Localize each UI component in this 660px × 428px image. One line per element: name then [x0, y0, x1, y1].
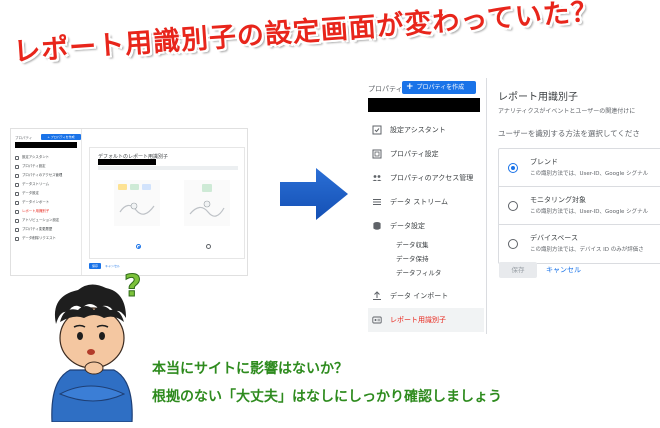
option-description: この識別方法では、デバイス ID のみが評価さ — [530, 247, 644, 253]
old-nav-data-settings[interactable]: データ設定 — [15, 189, 81, 198]
old-nav-reporting-identity[interactable]: レポート用識別子 — [15, 207, 81, 216]
option-name: デバイスベース — [530, 234, 578, 242]
page-title: レポート用識別子 — [498, 92, 578, 103]
old-create-property-button[interactable]: + プロパティを作成 — [41, 134, 81, 140]
option-device-based[interactable]: デバイスベース この識別方法では、デバイス ID のみが評価さ — [499, 225, 660, 263]
page-description: アナリティクスがイベントとユーザーの関連付けに — [498, 108, 636, 115]
old-settings-screenshot: プロパティ + プロパティを作成 設定アシスタント プロパティ設定 プロパティの… — [10, 128, 248, 276]
option-blended[interactable]: ブレンド この識別方法では、User-ID、Google シグナル — [499, 149, 660, 187]
sidebar-item-data-import[interactable]: データ インポート — [372, 284, 484, 308]
confused-person-illustration: ? — [51, 269, 142, 422]
old-panel-description — [98, 166, 238, 170]
svg-text:?: ? — [124, 269, 141, 304]
checklist-icon — [372, 125, 382, 135]
sidebar-item-data-settings[interactable]: データ設定 — [372, 214, 484, 238]
old-nav-data-import[interactable]: データインポート — [15, 198, 81, 207]
old-radio-blended[interactable] — [136, 244, 141, 249]
nav-icon — [15, 209, 19, 214]
nav-icon — [15, 191, 19, 196]
radio-blended[interactable] — [508, 163, 518, 173]
old-nav-change-history[interactable]: プロパティ変更履歴 — [15, 225, 81, 234]
identity-options: ブレンド この識別方法では、User-ID、Google シグナル モニタリング… — [498, 148, 660, 264]
new-settings-screenshot: プロパティ + プロパティを作成 設定アシスタント プロパティ設定 プロパティのア… — [362, 78, 660, 334]
nav-icon — [15, 236, 19, 241]
radio-device-based[interactable] — [508, 239, 518, 249]
old-redacted-bar — [15, 142, 77, 148]
nav-icon — [15, 164, 19, 169]
property-label: プロパティ — [368, 85, 403, 93]
old-panel: デフォルトのレポート用識別子 — [89, 147, 245, 259]
bottom-advice-text: 根拠のない「大丈夫」はなしにしっかり確認しましょう — [152, 389, 502, 405]
old-divider — [81, 129, 82, 275]
nav-icon — [15, 218, 19, 223]
nav-icon — [15, 227, 19, 232]
headline: レポート用識別子の設定画面が変わっていた？ — [12, 0, 600, 68]
old-nav-property-settings[interactable]: プロパティ設定 — [15, 162, 81, 171]
database-icon — [372, 221, 382, 231]
sidebar-item-property-settings[interactable]: プロパティ設定 — [372, 142, 484, 166]
nav-icon — [15, 200, 19, 205]
upload-icon — [372, 291, 382, 301]
sidebar-item-data-streams[interactable]: データ ストリーム — [372, 190, 484, 214]
sidebar-subitem-data-retention[interactable]: データ保持 — [372, 252, 484, 266]
sidebar-subitem-data-collection[interactable]: データ収集 — [372, 238, 484, 252]
old-nav-deletion-requests[interactable]: データ削除リクエスト — [15, 234, 81, 243]
device-illustration-icon — [184, 180, 230, 226]
option-description: この識別方法では、User-ID、Google シグナル — [530, 171, 649, 177]
radio-observed[interactable] — [508, 201, 518, 211]
blended-illustration-icon — [114, 180, 160, 226]
nav-icon — [15, 173, 19, 178]
sidebar-item-reporting-identity[interactable]: レポート用識別子 — [368, 308, 484, 332]
save-button[interactable]: 保存 — [499, 262, 537, 278]
option-description: この識別方法では、User-ID、Google シグナル — [530, 209, 649, 215]
identity-icon — [372, 315, 382, 325]
create-property-button[interactable]: + プロパティを作成 — [402, 81, 476, 94]
old-nav-data-streams[interactable]: データストリーム — [15, 180, 81, 189]
sidebar-item-access-management[interactable]: プロパティのアクセス管理 — [372, 166, 484, 190]
sidebar-item-setup-assistant[interactable]: 設定アシスタント — [372, 118, 484, 142]
old-sidebar: 設定アシスタント プロパティ設定 プロパティのアクセス管理 データストリーム デ… — [15, 153, 81, 243]
nav-icon — [15, 155, 19, 160]
old-radio-device[interactable] — [206, 244, 211, 249]
old-nav-attribution[interactable]: アトリビューション設定 — [15, 216, 81, 225]
cancel-button[interactable]: キャンセル — [546, 262, 581, 278]
plus-icon: + — [406, 82, 414, 92]
old-nav-setup-assistant[interactable]: 設定アシスタント — [15, 153, 81, 162]
bottom-question-text: 本当にサイトに影響はないか？ — [152, 361, 348, 377]
old-redacted-name — [98, 159, 156, 165]
panel-divider — [486, 78, 487, 334]
sidebar-subitem-data-filters[interactable]: データフィルタ — [372, 266, 484, 280]
people-icon — [372, 173, 382, 183]
old-property-label: プロパティ — [15, 136, 33, 140]
option-name: ブレンド — [530, 158, 558, 166]
redacted-property-name — [368, 98, 480, 112]
sidebar: 設定アシスタント プロパティ設定 プロパティのアクセス管理 データ ストリーム … — [368, 118, 484, 332]
nav-icon — [15, 182, 19, 187]
option-name: モニタリング対象 — [530, 196, 586, 204]
option-observed[interactable]: モニタリング対象 この識別方法では、User-ID、Google シグナル — [499, 187, 660, 225]
data-stream-icon — [372, 197, 382, 207]
old-nav-access-management[interactable]: プロパティのアクセス管理 — [15, 171, 81, 180]
identification-question: ユーザーを識別する方法を選択してくださ — [498, 129, 640, 138]
right-arrow-icon — [280, 168, 348, 220]
property-icon — [372, 149, 382, 159]
